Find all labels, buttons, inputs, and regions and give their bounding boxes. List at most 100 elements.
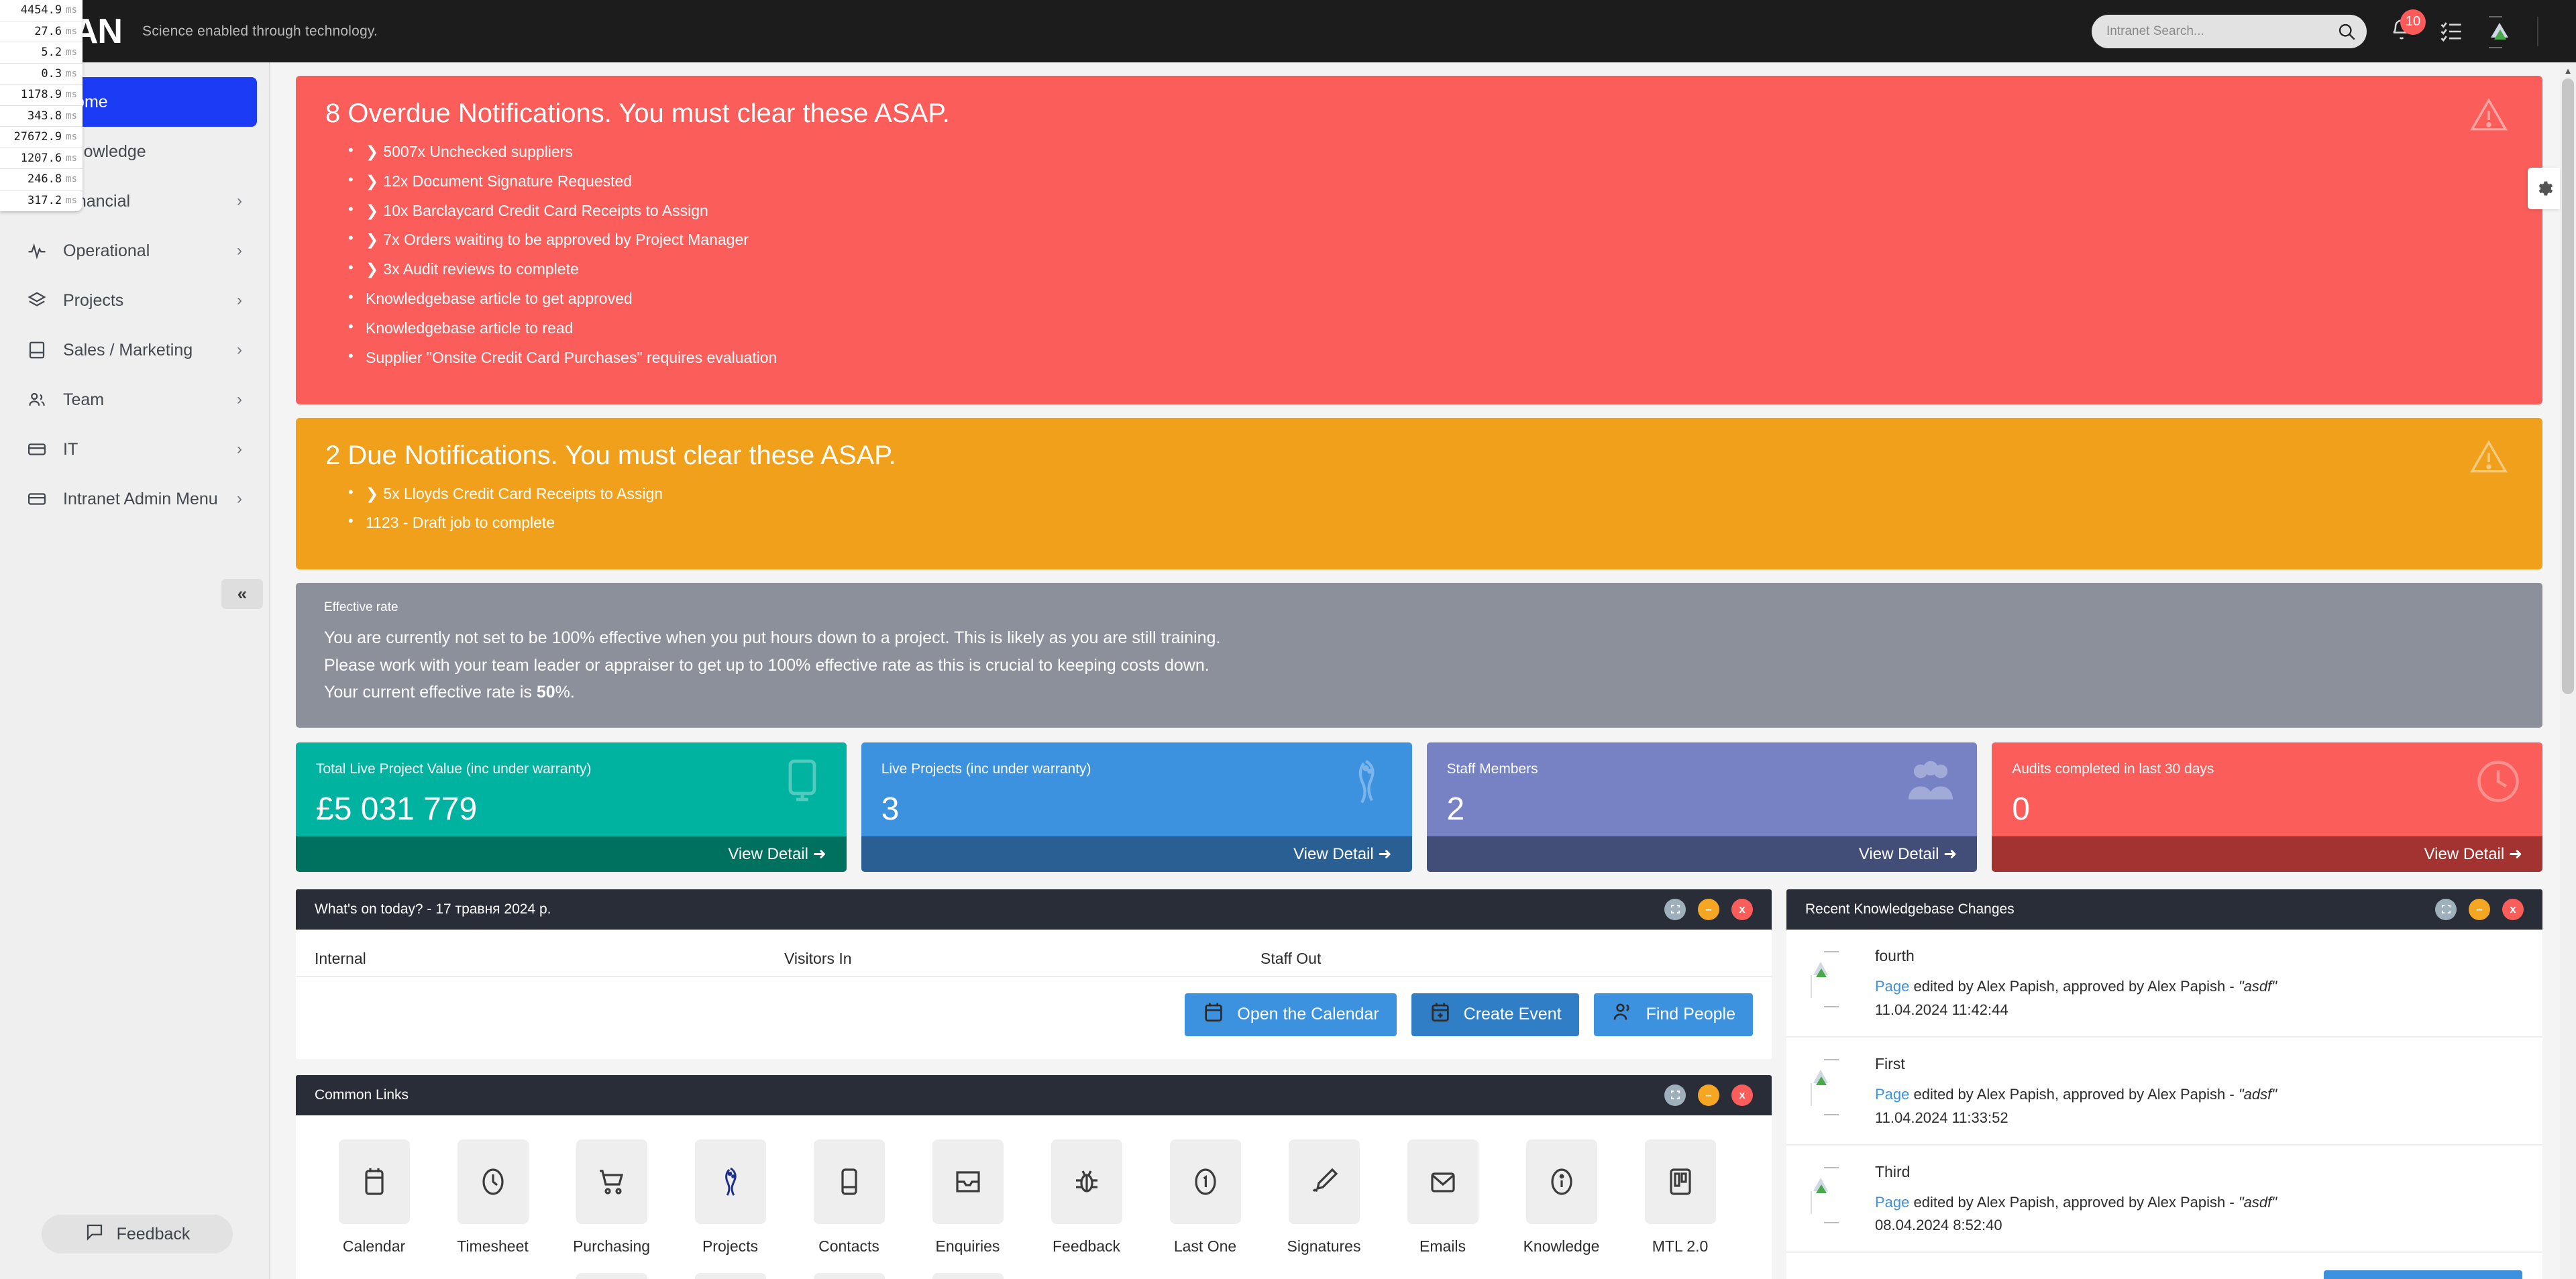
sidebar-item-sales-marketing[interactable]: Sales / Marketing › [12,325,257,375]
link-tile-traciot[interactable]: Traciot [790,1272,908,1279]
avatar-broken-image-icon[interactable] [2486,14,2514,48]
settings-gear-button[interactable] [2528,168,2560,209]
tile-label: Emails [1419,1237,1466,1255]
card-value: 3 [881,791,900,827]
arrow-circle-icon: ➜ [1943,844,1957,863]
sidebar-item-operational[interactable]: Operational › [12,226,257,276]
list-item[interactable]: ❯12x Document Signature Requested [348,172,2513,190]
inbox-icon [932,1139,1004,1224]
effective-rate-suffix: %. [555,683,575,702]
list-item-text: Knowledgebase article to get approved [366,290,633,308]
chevron-icon: ❯ [366,201,379,219]
page-link[interactable]: Page [1875,978,1909,995]
minimize-button[interactable]: – [1698,898,1719,920]
link-tile-timesheet[interactable]: Timesheet [433,1139,552,1256]
link-tile-enquiries[interactable]: Enquiries [908,1139,1027,1256]
panel-window-controls: – x [2435,898,2524,920]
list-item[interactable]: ❯7x Orders waiting to be approved by Pro… [348,230,2513,248]
list-item[interactable]: ❯5x Lloyds Credit Card Receipts to Assig… [348,484,2513,502]
expand-button[interactable] [1664,898,1686,920]
sidebar-collapse-button[interactable]: « [221,579,263,609]
perf-value: 1207.6 [20,151,62,165]
link-tile-feedback[interactable]: Feedback [1027,1139,1146,1256]
find-people-button[interactable]: Find People [1593,993,1753,1036]
stat-card-audits-completed[interactable]: Audits completed in last 30 days 0 View … [1992,742,2542,872]
page-link[interactable]: Page [1875,1194,1909,1211]
tile-label: Signatures [1287,1237,1361,1255]
header-divider [2537,16,2538,46]
list-item[interactable]: Supplier "Onsite Credit Card Purchases" … [348,348,2513,366]
search-input[interactable] [2092,14,2367,48]
stat-card-live-projects[interactable]: Live Projects (inc under warranty) 3 Vie… [861,742,1412,872]
panel-title: What's on today? - 17 травня 2024 р. [315,901,551,917]
card-title: Audits completed in last 30 days [2012,761,2214,777]
list-item[interactable]: ❯5007x Unchecked suppliers [348,142,2513,160]
list-item[interactable]: ❯3x Audit reviews to complete [348,260,2513,278]
link-tile-squad[interactable]: Squad [552,1272,671,1279]
card-footer[interactable]: View Detail ➜ [861,836,1412,872]
link-tile-signatures[interactable]: Signatures [1265,1139,1383,1256]
kb-item-time: 08.04.2024 8:52:40 [1875,1217,2002,1234]
stat-card-staff-members[interactable]: Staff Members 2 View Detail ➜ [1426,742,1978,872]
chevron-icon: ❯ [366,172,379,190]
list-item-text: 1123 - Draft job to complete [366,514,555,532]
open-knowledge-button[interactable]: Open Knowledge [2324,1270,2522,1279]
kb-quote: "adsf" [2238,1085,2277,1103]
create-event-button[interactable]: Create Event [1411,993,1579,1036]
page-scrollbar[interactable]: ▲ [2560,62,2576,1279]
list-item[interactable]: fourth Page edited by Alex Papish, appro… [1786,930,2542,1038]
due-alert-list: ❯5x Lloyds Credit Card Receipts to Assig… [325,484,2513,532]
notifications-bell-button[interactable]: 10 [2390,9,2426,47]
brand-tagline: Science enabled through technology. [142,23,378,39]
expand-button[interactable] [1664,1084,1686,1106]
minimize-button[interactable]: – [2469,898,2490,920]
feedback-button-label: Feedback [116,1224,191,1243]
layers-icon [27,290,63,311]
list-item[interactable]: First Page edited by Alex Papish, approv… [1786,1038,2542,1146]
scroll-up-arrow-icon[interactable]: ▲ [2560,62,2576,78]
link-tile-knowledge[interactable]: Knowledge [1502,1139,1621,1256]
link-tile-photo-gallery[interactable]: Photo Gallery [671,1272,790,1279]
card-footer[interactable]: View Detail ➜ [1992,836,2542,872]
list-item[interactable]: Knowledgebase article to get approved [348,289,2513,308]
list-item[interactable]: 1123 - Draft job to complete [348,513,2513,532]
link-tile-projects[interactable]: Projects [671,1139,790,1256]
arrow-circle-icon: ➜ [1378,844,1392,863]
calendar-plus-icon [1429,1001,1452,1028]
close-button[interactable]: x [2502,898,2524,920]
tile-label: Contacts [818,1237,879,1255]
sidebar-item-it[interactable]: IT › [12,425,257,474]
minimize-button[interactable]: – [1698,1084,1719,1106]
link-tile-last-one[interactable]: Last One [1146,1139,1265,1256]
chevron-right-icon: › [237,490,242,508]
link-tile-contacts[interactable]: Contacts [790,1139,908,1256]
sidebar-item-intranet-admin-menu[interactable]: Intranet Admin Menu › [12,474,257,524]
link-tile-purchasing[interactable]: Purchasing [552,1139,671,1256]
list-item[interactable]: Third Page edited by Alex Papish, approv… [1786,1146,2542,1254]
expand-button[interactable] [2435,898,2457,920]
page-link[interactable]: Page [1875,1086,1909,1103]
tasks-list-icon[interactable] [2439,21,2463,42]
card-value: 2 [1446,791,1465,827]
open-the-calendar-button[interactable]: Open the Calendar [1185,993,1397,1036]
close-button[interactable]: x [1731,898,1753,920]
feedback-button[interactable]: Feedback [42,1215,233,1254]
common-links-panel: Common Links – x Calendar Timesheet Purc… [296,1074,1772,1279]
link-tile-incidents[interactable]: Incidents [908,1272,1027,1279]
sidebar-item-projects[interactable]: Projects › [12,276,257,325]
card-footer[interactable]: View Detail ➜ [296,836,847,872]
link-tile-calendar[interactable]: Calendar [315,1139,433,1256]
perf-unit: ms [66,152,77,164]
stat-card-total-live-project-value[interactable]: Total Live Project Value (inc under warr… [296,742,847,872]
perf-value: 27.6 [34,24,62,38]
list-item[interactable]: ❯10x Barclaycard Credit Card Receipts to… [348,201,2513,219]
link-tile-mtl-2-0[interactable]: MTL 2.0 [1621,1139,1739,1256]
scrollbar-thumb[interactable] [2562,78,2574,694]
card-footer[interactable]: View Detail ➜ [1426,836,1978,872]
list-item[interactable]: Knowledgebase article to read [348,319,2513,337]
close-button[interactable]: x [1731,1084,1753,1106]
link-tile-emails[interactable]: Emails [1383,1139,1502,1256]
sidebar-item-team[interactable]: Team › [12,375,257,425]
search-icon[interactable] [2337,22,2356,41]
button-label: Create Event [1463,1005,1562,1024]
